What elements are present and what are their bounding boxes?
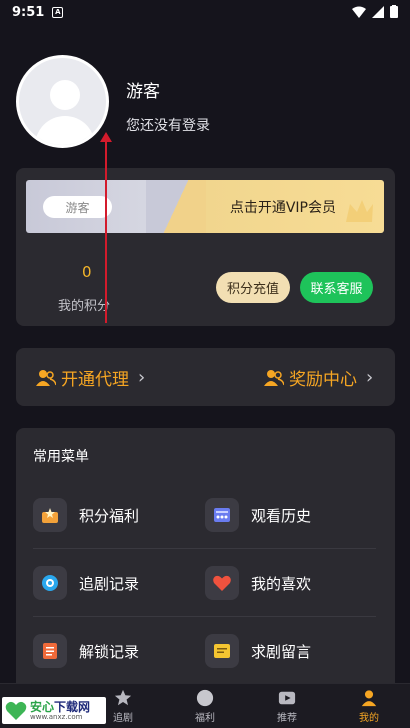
tab-label: 追剧: [113, 712, 133, 724]
crown-icon: [346, 200, 373, 222]
vip-card: 游客 点击开通VIP会员 0 我的积分 积分充值 联系客服: [16, 168, 395, 326]
watermark-brand: 安心下载网: [30, 699, 91, 714]
tab-label: 我的: [359, 712, 379, 724]
menu-item-unlock-record[interactable]: 解锁记录: [33, 634, 139, 668]
play-icon: [278, 691, 296, 704]
menu-item-points-welfare[interactable]: 积分福利: [33, 498, 139, 532]
menu-item-request-message[interactable]: 求剧留言: [205, 634, 311, 668]
recharge-points-button[interactable]: 积分充值: [216, 272, 290, 303]
menu-item-follow-record[interactable]: 追剧记录: [33, 566, 139, 600]
chevron-right-icon: ›: [366, 367, 374, 388]
users-icon: [36, 369, 56, 386]
annotation-line: [105, 138, 107, 323]
profile-icon: [361, 689, 377, 706]
tab-label: 推荐: [277, 712, 297, 724]
gift-icon: [33, 498, 67, 532]
menu-label: 我的喜欢: [251, 574, 312, 593]
points-label: 我的积分: [58, 299, 111, 314]
tab-mine[interactable]: 我的: [339, 689, 399, 724]
tab-welfare[interactable]: 福利: [175, 689, 235, 724]
menu-label: 观看历史: [251, 506, 312, 525]
menu-title: 常用菜单: [33, 449, 89, 465]
guest-tag: 游客: [43, 196, 112, 218]
status-icons: [352, 5, 398, 18]
history-icon: [205, 498, 239, 532]
menu-divider: [33, 548, 376, 549]
open-vip-text[interactable]: 点击开通VIP会员: [230, 197, 336, 217]
login-prompt[interactable]: 您还没有登录: [126, 115, 210, 135]
watermark-text: 安心下载网 www.anxz.com: [30, 701, 90, 721]
menu-label: 积分福利: [79, 506, 140, 525]
record-icon: [33, 566, 67, 600]
profile-header[interactable]: 游客 您还没有登录: [16, 55, 396, 150]
vip-banner[interactable]: 游客 点击开通VIP会员: [26, 180, 384, 233]
menu-divider: [33, 616, 376, 617]
avatar[interactable]: [16, 55, 109, 148]
reward-center-link[interactable]: 奖励中心 ›: [264, 365, 373, 390]
tab-label: 福利: [195, 712, 215, 724]
open-agent-label: 开通代理: [61, 370, 129, 390]
tab-recommend[interactable]: 推荐: [257, 689, 317, 724]
username[interactable]: 游客: [126, 77, 160, 102]
unlock-icon: [33, 634, 67, 668]
message-icon: [205, 634, 239, 668]
menu-label: 追剧记录: [79, 574, 140, 593]
open-agent-link[interactable]: 开通代理 ›: [36, 365, 145, 390]
points-value: 0: [82, 263, 92, 281]
watermark-logo-icon: [5, 701, 27, 720]
chevron-right-icon: ›: [138, 367, 146, 388]
avatar-head-icon: [50, 80, 80, 110]
star-icon: [114, 689, 132, 705]
avatar-body-icon: [35, 116, 95, 145]
welfare-icon: [196, 689, 214, 706]
menu-label: 解锁记录: [79, 642, 140, 661]
heart-icon: [205, 566, 239, 600]
users-icon: [264, 369, 284, 386]
menu-label: 求剧留言: [251, 642, 312, 661]
status-bar: 9:51 A: [0, 0, 410, 24]
menu-item-watch-history[interactable]: 观看历史: [205, 498, 311, 532]
banner-slant: [146, 180, 206, 233]
agent-card: 开通代理 › 奖励中心 ›: [16, 348, 395, 406]
wifi-icon: [352, 6, 366, 18]
contact-service-button[interactable]: 联系客服: [300, 272, 373, 303]
menu-item-my-likes[interactable]: 我的喜欢: [205, 566, 311, 600]
status-time: 9:51: [12, 4, 45, 20]
watermark-url: www.anxz.com: [30, 712, 83, 721]
reward-center-label: 奖励中心: [289, 370, 357, 390]
site-watermark: 安心下载网 www.anxz.com: [2, 697, 106, 724]
notification-icon: A: [52, 6, 64, 18]
battery-icon: [390, 5, 398, 18]
signal-icon: [372, 5, 384, 18]
